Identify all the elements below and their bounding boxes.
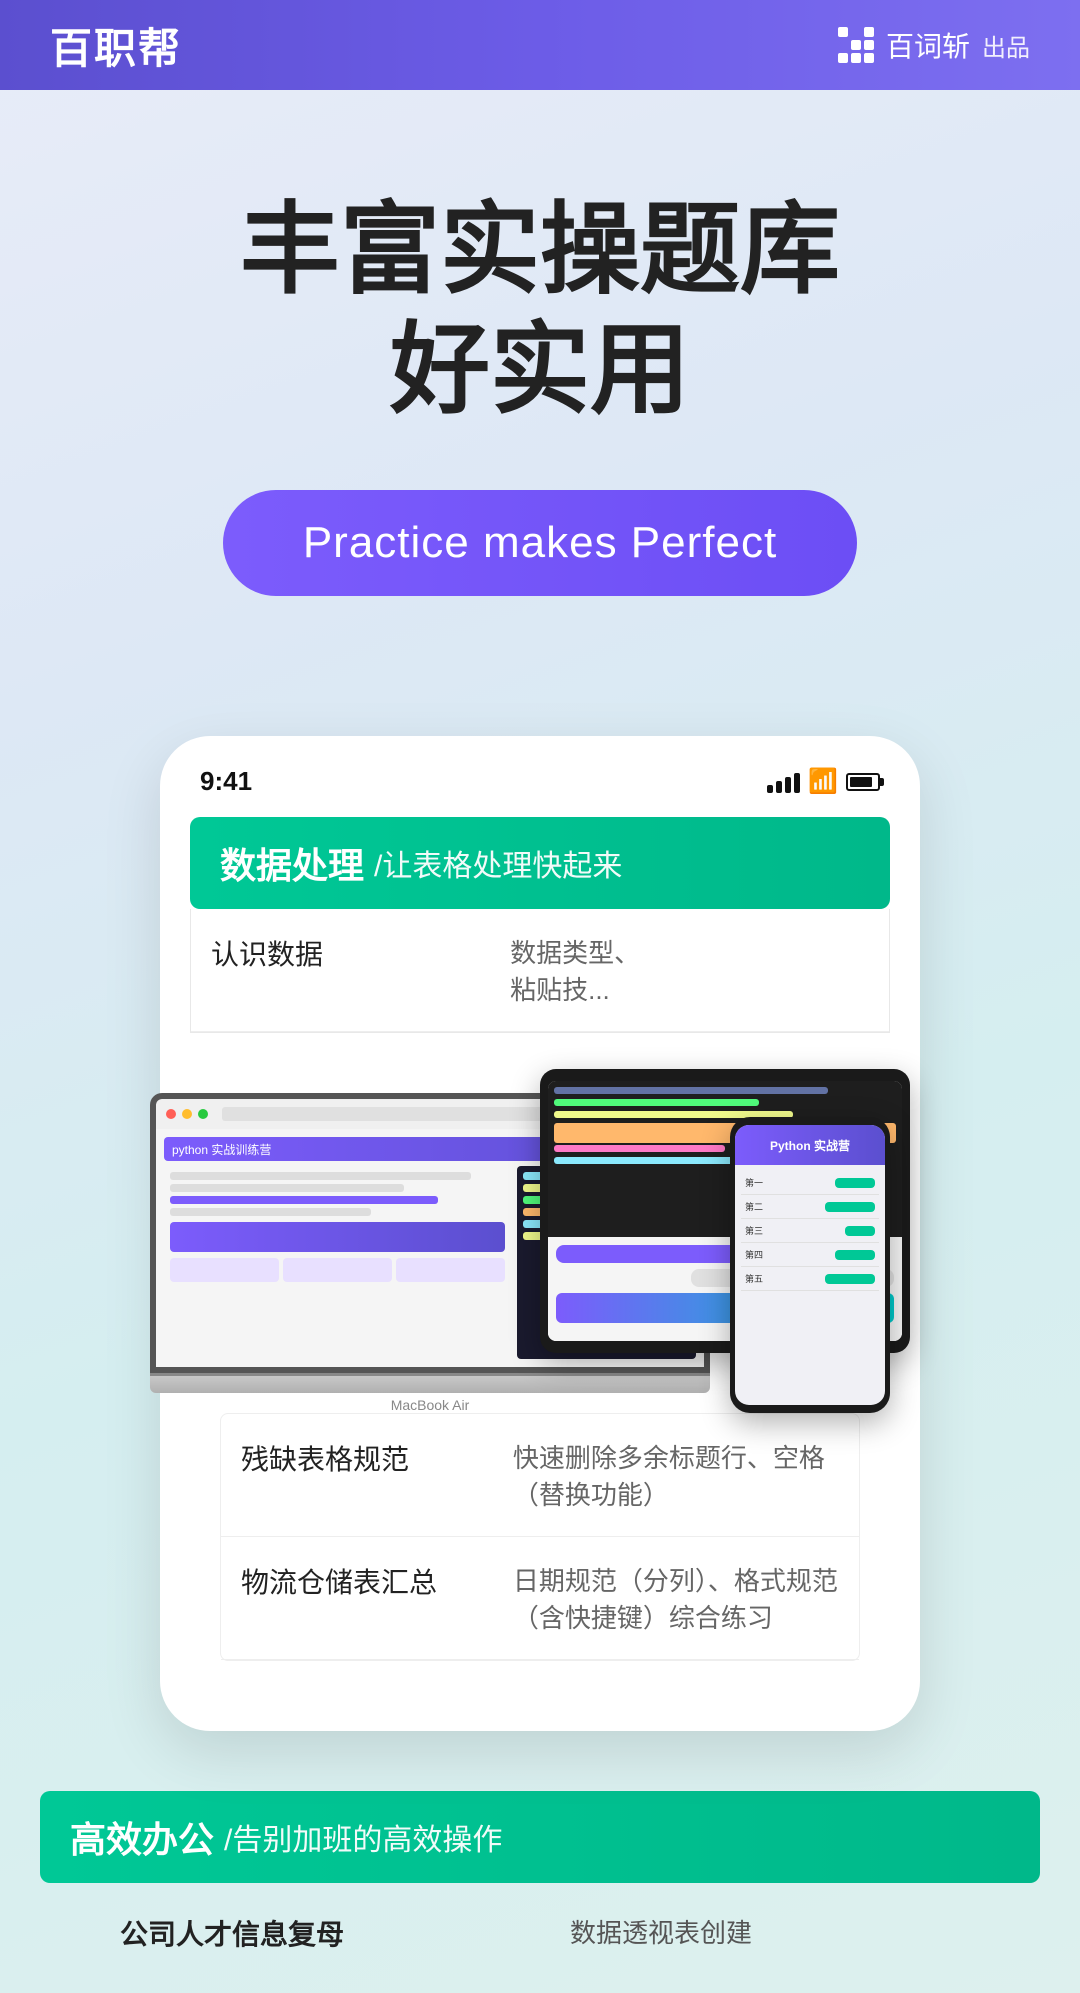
table-row-logistics: 物流仓储表汇总 日期规范（分列）、格式规范（含快捷键）综合练习 — [221, 1537, 859, 1660]
row1-left: 认识数据 — [211, 933, 510, 1007]
close-dot — [166, 1109, 176, 1119]
small-phone-frame: Python 实战营 第一 第二 — [730, 1117, 890, 1413]
signal-icon — [767, 771, 800, 793]
row-logistics-left: 物流仓储表汇总 — [241, 1561, 513, 1635]
footer-col-left: 公司人才信息复母 — [120, 1913, 510, 1963]
sp-item-label-5: 第五 — [745, 1272, 763, 1285]
small-phone-device: Python 实战营 第一 第二 — [730, 1117, 890, 1413]
sp-bar-5 — [825, 1274, 875, 1284]
footer-text-right: 数据透视表创建 — [570, 1913, 960, 1950]
row-defect-right: 快速删除多余标题行、空格（替换功能） — [513, 1438, 839, 1512]
sp-header: Python 实战营 — [735, 1125, 885, 1165]
sp-item-label-2: 第二 — [745, 1200, 763, 1213]
laptop-label: MacBook Air — [150, 1397, 710, 1413]
phone-mockup: 9:41 📶 数据处理 /让表格处理快起来 认识数据 数据类型、粘贴技... — [160, 736, 920, 1731]
footer-rows: 公司人才信息复母 数据透视表创建 — [40, 1883, 1040, 1993]
category2-title-light: /告别加班的高效操作 — [224, 1815, 502, 1859]
sp-item-label-1: 第一 — [745, 1176, 763, 1189]
mockup-section: 9:41 📶 数据处理 /让表格处理快起来 认识数据 数据类型、粘贴技... — [0, 736, 1080, 1731]
sp-bar-4 — [835, 1250, 875, 1260]
app-header: 百职帮 百词斩 出品 — [0, 0, 1080, 90]
category2-title-bold: 高效办公 — [70, 1811, 214, 1863]
sp-item-label-4: 第四 — [745, 1248, 763, 1261]
sp-item-label-3: 第三 — [745, 1224, 763, 1237]
row-defect-left: 残缺表格规范 — [241, 1438, 513, 1512]
brand-grid-icon — [838, 27, 874, 63]
hero-title: 丰富实操题库 好实用 — [80, 190, 1000, 430]
minimize-dot — [182, 1109, 192, 1119]
hero-title-line1: 丰富实操题库 — [80, 190, 1000, 310]
sp-bar-1 — [835, 1178, 875, 1188]
wifi-icon: 📶 — [808, 767, 838, 796]
bottom-table-content: 残缺表格规范 快速删除多余标题行、空格（替换功能） 物流仓储表汇总 日期规范（分… — [190, 1393, 890, 1701]
tablet-code-line-1 — [554, 1087, 828, 1094]
footer-title-left: 公司人才信息复母 — [120, 1913, 510, 1953]
row-logistics-right: 日期规范（分列）、格式规范（含快捷键）综合练习 — [513, 1561, 839, 1635]
bottom-table-rows: 残缺表格规范 快速删除多余标题行、空格（替换功能） 物流仓储表汇总 日期规范（分… — [220, 1413, 860, 1661]
footer-col-right: 数据透视表创建 — [570, 1913, 960, 1963]
category1-header: 数据处理 /让表格处理快起来 — [190, 817, 890, 909]
brand-suffix: 出品 — [982, 28, 1030, 63]
devices-overlay: python 实战训练营 — [190, 1013, 890, 1413]
sp-item-2: 第二 — [741, 1195, 879, 1219]
battery-icon — [846, 773, 880, 791]
tablet-code-line-2 — [554, 1099, 759, 1106]
row1-right: 数据类型、粘贴技... — [510, 933, 869, 1007]
sp-bar-3 — [845, 1226, 875, 1236]
sp-item-1: 第一 — [741, 1171, 879, 1195]
brand-name: 百词斩 — [886, 25, 970, 65]
sp-list: 第一 第二 第三 第四 — [735, 1165, 885, 1297]
status-bar: 9:41 📶 — [190, 766, 890, 817]
app-logo: 百职帮 — [50, 15, 182, 76]
laptop-base — [150, 1373, 710, 1393]
sp-item-3: 第三 — [741, 1219, 879, 1243]
table-row-defect: 残缺表格规范 快速删除多余标题行、空格（替换功能） — [221, 1414, 859, 1537]
hero-section: 丰富实操题库 好实用 Practice makes Perfect — [0, 90, 1080, 736]
status-time: 9:41 — [200, 766, 252, 797]
sp-item-4: 第四 — [741, 1243, 879, 1267]
second-category-section: 高效办公 /告别加班的高效操作 公司人才信息复母 数据透视表创建 — [0, 1731, 1080, 1993]
category1-title-bold: 数据处理 — [220, 837, 364, 889]
expand-dot — [198, 1109, 208, 1119]
hero-title-line2: 好实用 — [80, 310, 1000, 430]
laptop-banner-text: python 实战训练营 — [172, 1141, 271, 1158]
practice-button[interactable]: Practice makes Perfect — [223, 490, 857, 596]
sp-item-5: 第五 — [741, 1267, 879, 1291]
status-right: 📶 — [767, 767, 880, 796]
category2-header: 高效办公 /告别加班的高效操作 — [40, 1791, 1040, 1883]
tablet-code-line-4 — [554, 1145, 725, 1152]
category1-title-light: /让表格处理快起来 — [374, 841, 622, 885]
sp-header-text: Python 实战营 — [770, 1137, 850, 1154]
sp-bar-2 — [825, 1202, 875, 1212]
brand-area: 百词斩 出品 — [838, 25, 1030, 65]
small-phone-screen: Python 实战营 第一 第二 — [735, 1125, 885, 1405]
